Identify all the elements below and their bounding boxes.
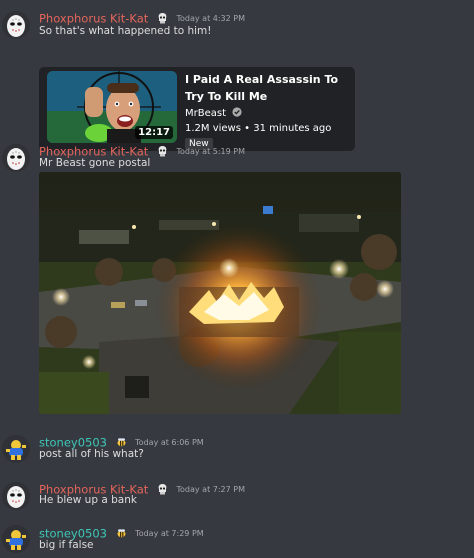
- message-header: stoney0503 Today at 7:29 PM: [39, 523, 204, 541]
- video-thumbnail[interactable]: 12:17: [47, 71, 177, 143]
- message-text: He blew up a bank: [39, 494, 137, 506]
- skull-badge-icon: [159, 484, 167, 495]
- timestamp: Today at 6:06 PM: [135, 438, 204, 447]
- skull-badge-icon: [159, 146, 167, 157]
- timestamp: Today at 7:27 PM: [176, 485, 245, 494]
- cartoon-character-icon: [2, 435, 30, 463]
- avatar-phoxphorus[interactable]: [2, 482, 30, 510]
- channel-row: MrBeast: [185, 107, 242, 119]
- cartoon-character-icon: [2, 525, 30, 553]
- message-header: Phoxphorus Kit-Kat Today at 5:19 PM: [39, 141, 245, 159]
- hockey-mask-icon: [2, 482, 30, 510]
- message-text: big if false: [39, 539, 94, 551]
- view-count: 1.2M views: [185, 123, 241, 134]
- video-stats: 1.2M views • 31 minutes ago: [185, 123, 331, 134]
- message-header: stoney0503 Today at 6:06 PM: [39, 432, 204, 450]
- timestamp: Today at 4:32 PM: [176, 14, 245, 23]
- attached-image[interactable]: [39, 172, 401, 414]
- video-title[interactable]: I Paid A Real Assassin To Try To Kill Me: [185, 71, 350, 105]
- hockey-mask-icon: [2, 144, 30, 172]
- youtube-embed[interactable]: 12:17 I Paid A Real Assassin To Try To K…: [39, 67, 355, 151]
- avatar-phoxphorus[interactable]: [2, 144, 30, 172]
- bee-badge-icon: [117, 529, 126, 538]
- verified-check-icon: [232, 107, 242, 117]
- avatar-phoxphorus[interactable]: [2, 11, 30, 39]
- channel-name[interactable]: MrBeast: [185, 108, 226, 119]
- separator-dot: •: [244, 123, 251, 134]
- video-duration: 12:17: [135, 126, 173, 139]
- message-header: Phoxphorus Kit-Kat Today at 7:27 PM: [39, 479, 245, 497]
- message-header: Phoxphorus Kit-Kat Today at 4:32 PM: [39, 8, 245, 26]
- timestamp: Today at 7:29 PM: [135, 529, 204, 538]
- message-text: So that's what happened to him!: [39, 25, 212, 37]
- timestamp: Today at 5:19 PM: [176, 147, 245, 156]
- hockey-mask-icon: [2, 11, 30, 39]
- avatar-stoney[interactable]: [2, 435, 30, 463]
- upload-age: 31 minutes ago: [253, 123, 332, 134]
- author-name[interactable]: Phoxphorus Kit-Kat: [39, 12, 148, 26]
- fire-aerial-photo: [39, 172, 401, 414]
- skull-badge-icon: [159, 13, 167, 24]
- avatar-stoney[interactable]: [2, 525, 30, 553]
- message-text: Mr Beast gone postal: [39, 157, 151, 169]
- message-text: post all of his what?: [39, 448, 144, 460]
